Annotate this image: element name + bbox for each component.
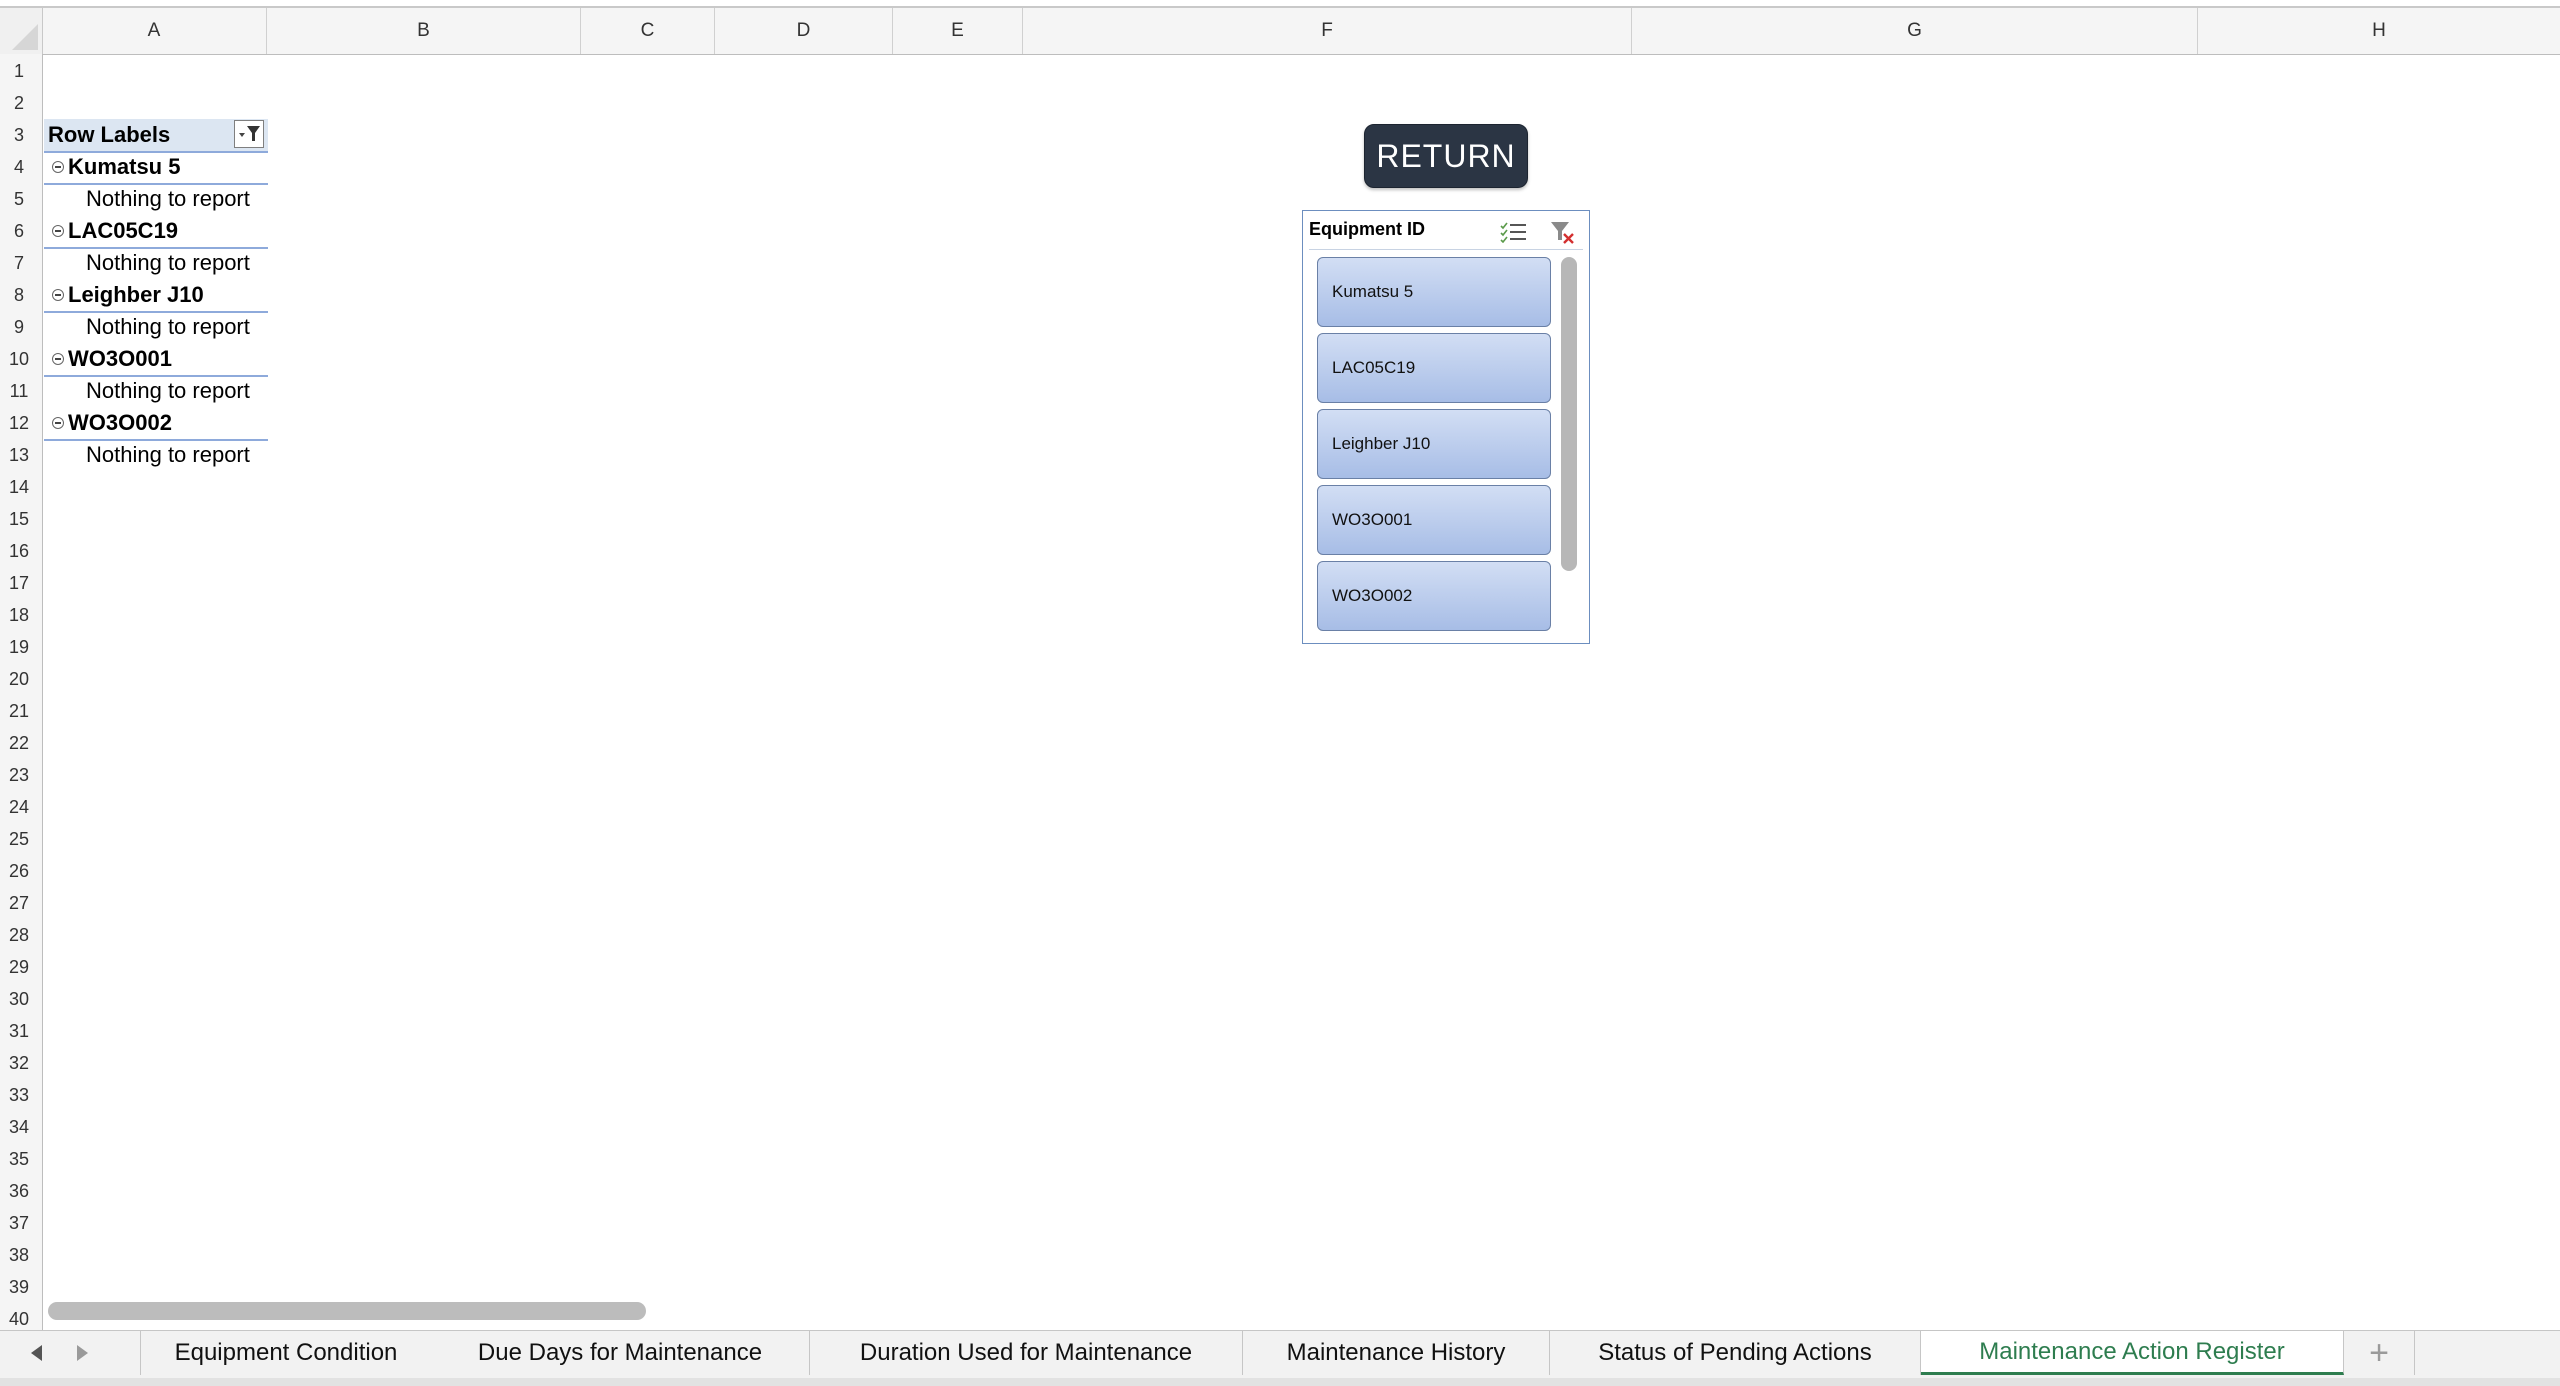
row-number[interactable]: 10 [0, 343, 38, 375]
row-number[interactable]: 4 [0, 151, 38, 183]
pivot-item-label: WO3O001 [68, 346, 172, 371]
pivot-header-label: Row Labels [48, 122, 171, 147]
row-number[interactable]: 11 [0, 375, 38, 407]
collapse-icon[interactable] [52, 289, 64, 301]
row-number[interactable]: 15 [0, 503, 38, 535]
row-number[interactable]: 35 [0, 1143, 38, 1175]
sheet-tab-bar: Equipment Condition Due Days for Mainten… [0, 1330, 2560, 1379]
select-all-corner[interactable] [0, 8, 43, 55]
top-border [0, 0, 2560, 8]
pivot-item-detail[interactable]: Nothing to report [86, 247, 250, 279]
horizontal-scrollbar[interactable] [48, 1302, 646, 1320]
pivot-item-detail[interactable]: Nothing to report [86, 183, 250, 215]
tab-maintenance-history[interactable]: Maintenance History [1243, 1331, 1550, 1375]
pivot-item-detail[interactable]: Nothing to report [86, 375, 250, 407]
slicer-item[interactable]: WO3O002 [1317, 561, 1551, 631]
tab-due-days-for-maintenance[interactable]: Due Days for Maintenance [431, 1331, 810, 1375]
clear-filter-icon[interactable] [1549, 219, 1575, 245]
pivot-item-row[interactable]: WO3O002 [44, 407, 268, 441]
equipment-id-slicer[interactable]: Equipment ID Kumatsu 5 LAC05C19 Leighber… [1302, 210, 1590, 644]
bottom-border [0, 1378, 2560, 1386]
return-button[interactable]: RETURN [1364, 124, 1528, 188]
row-number[interactable]: 17 [0, 567, 38, 599]
collapse-icon[interactable] [52, 161, 64, 173]
pivot-item-detail[interactable]: Nothing to report [86, 311, 250, 343]
tab-maintenance-action-register[interactable]: Maintenance Action Register [1921, 1331, 2344, 1375]
filter-dropdown-icon [239, 126, 260, 141]
row-number[interactable]: 27 [0, 887, 38, 919]
row-number[interactable]: 20 [0, 663, 38, 695]
row-number[interactable]: 16 [0, 535, 38, 567]
slicer-item[interactable]: Leighber J10 [1317, 409, 1551, 479]
tab-status-of-pending-actions[interactable]: Status of Pending Actions [1550, 1331, 1921, 1375]
row-number[interactable]: 1 [0, 55, 38, 87]
column-header-g[interactable]: G [1632, 8, 2198, 54]
row-header-bar: 1 2 3 4 5 6 7 8 9 10 11 12 13 14 15 16 1… [0, 54, 43, 1330]
row-number[interactable]: 18 [0, 599, 38, 631]
pivot-item-row[interactable]: Kumatsu 5 [44, 151, 268, 185]
row-number[interactable]: 9 [0, 311, 38, 343]
row-number[interactable]: 13 [0, 439, 38, 471]
row-number[interactable]: 21 [0, 695, 38, 727]
column-header-c[interactable]: C [581, 8, 715, 54]
collapse-icon[interactable] [52, 417, 64, 429]
next-sheet-icon[interactable] [70, 1341, 94, 1365]
pivot-item-label: Kumatsu 5 [68, 154, 181, 179]
pivot-item-detail[interactable]: Nothing to report [86, 439, 250, 471]
column-header-b[interactable]: B [267, 8, 581, 54]
row-number[interactable]: 38 [0, 1239, 38, 1271]
pivot-item-row[interactable]: WO3O001 [44, 343, 268, 377]
row-number[interactable]: 3 [0, 119, 38, 151]
tab-equipment-condition[interactable]: Equipment Condition [140, 1331, 432, 1375]
row-number[interactable]: 26 [0, 855, 38, 887]
collapse-icon[interactable] [52, 225, 64, 237]
slicer-item[interactable]: Kumatsu 5 [1317, 257, 1551, 327]
column-header-bar: A B C D E F G H [0, 8, 2560, 55]
column-header-f[interactable]: F [1023, 8, 1632, 54]
slicer-item[interactable]: LAC05C19 [1317, 333, 1551, 403]
row-number[interactable]: 6 [0, 215, 38, 247]
row-number[interactable]: 19 [0, 631, 38, 663]
row-number[interactable]: 33 [0, 1079, 38, 1111]
column-header-d[interactable]: D [715, 8, 893, 54]
multi-select-icon[interactable] [1499, 221, 1527, 243]
row-number[interactable]: 34 [0, 1111, 38, 1143]
collapse-icon[interactable] [52, 353, 64, 365]
pivot-item-label: LAC05C19 [68, 218, 179, 243]
pivot-filter-button[interactable] [234, 120, 264, 148]
row-number[interactable]: 32 [0, 1047, 38, 1079]
previous-sheet-icon[interactable] [24, 1341, 48, 1365]
row-number[interactable]: 29 [0, 951, 38, 983]
pivot-item-row[interactable]: Leighber J10 [44, 279, 268, 313]
slicer-title: Equipment ID [1309, 219, 1425, 239]
row-number[interactable]: 7 [0, 247, 38, 279]
pivot-item-label: WO3O002 [68, 410, 172, 435]
slicer-scrollbar[interactable] [1561, 257, 1577, 571]
row-number[interactable]: 31 [0, 1015, 38, 1047]
row-number[interactable]: 28 [0, 919, 38, 951]
row-number[interactable]: 37 [0, 1207, 38, 1239]
row-number[interactable]: 25 [0, 823, 38, 855]
row-number[interactable]: 14 [0, 471, 38, 503]
row-number[interactable]: 22 [0, 727, 38, 759]
row-number[interactable]: 8 [0, 279, 38, 311]
column-header-h[interactable]: H [2198, 8, 2560, 54]
row-number[interactable]: 24 [0, 791, 38, 823]
pivot-item-row[interactable]: LAC05C19 [44, 215, 268, 249]
pivot-item-label: Leighber J10 [68, 282, 204, 307]
row-number[interactable]: 5 [0, 183, 38, 215]
add-sheet-button[interactable]: + [2344, 1331, 2415, 1375]
row-number[interactable]: 23 [0, 759, 38, 791]
slicer-item[interactable]: WO3O001 [1317, 485, 1551, 555]
column-header-e[interactable]: E [893, 8, 1023, 54]
row-number[interactable]: 30 [0, 983, 38, 1015]
row-number[interactable]: 2 [0, 87, 38, 119]
row-number[interactable]: 39 [0, 1271, 38, 1303]
row-number[interactable]: 36 [0, 1175, 38, 1207]
slicer-divider [1309, 249, 1583, 250]
tab-duration-used-for-maintenance[interactable]: Duration Used for Maintenance [810, 1331, 1243, 1375]
row-number[interactable]: 12 [0, 407, 38, 439]
column-header-a[interactable]: A [42, 8, 267, 54]
